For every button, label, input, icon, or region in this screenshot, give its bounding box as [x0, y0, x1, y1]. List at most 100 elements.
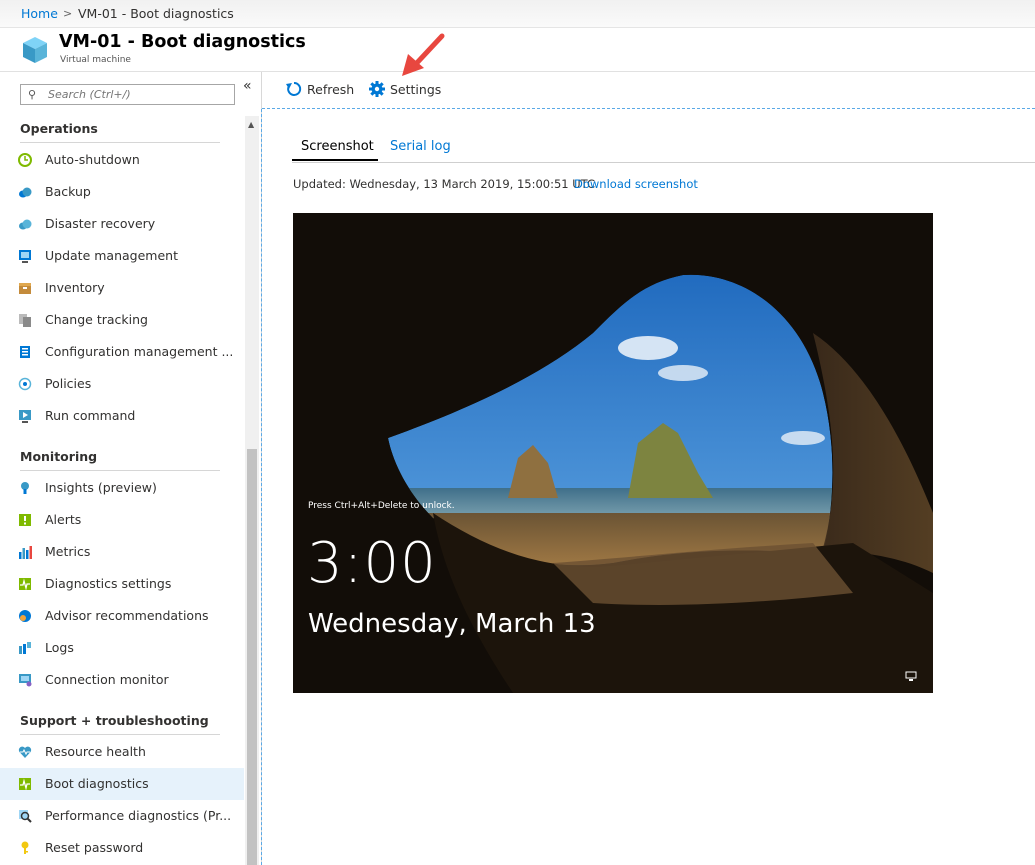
- nav-item-alerts[interactable]: Alerts: [0, 504, 244, 536]
- search-input[interactable]: [48, 86, 228, 102]
- main-content: Screenshot Serial log Updated: Wednesday…: [261, 109, 1035, 865]
- search-icon: ⚲: [28, 88, 37, 101]
- tab-screenshot[interactable]: Screenshot: [301, 139, 374, 154]
- nav-label: Disaster recovery: [45, 216, 156, 231]
- resource-menu: ⚲ « ▲ Operations Auto-shutdown Backup Di…: [0, 72, 262, 865]
- config-icon: [20, 346, 30, 358]
- nav-item-update-management[interactable]: Update management: [0, 240, 244, 272]
- nav-label: Alerts: [45, 512, 82, 527]
- logs-icon: [19, 642, 31, 654]
- nav-item-logs[interactable]: Logs: [0, 632, 244, 664]
- metrics-icon: [19, 546, 32, 559]
- updated-timestamp: Updated: Wednesday, 13 March 2019, 15:00…: [293, 177, 596, 191]
- nav-label: Connection monitor: [45, 672, 169, 687]
- nav-item-insights[interactable]: Insights (preview): [0, 472, 244, 504]
- nav-label: Metrics: [45, 544, 91, 559]
- nav-item-advisor-recommendations[interactable]: Advisor recommendations: [0, 600, 244, 632]
- key-icon: [21, 841, 29, 854]
- nav-item-connection-monitor[interactable]: Connection monitor: [0, 664, 244, 696]
- nav-label: Reset password: [45, 840, 144, 855]
- breadcrumb: Home > VM-01 - Boot diagnostics: [0, 0, 1035, 28]
- group-divider: [20, 142, 220, 143]
- group-divider: [20, 734, 220, 735]
- nav-label: Policies: [45, 376, 92, 391]
- boot-screenshot: Press Ctrl+Alt+Delete to unlock. 3:00 We…: [293, 213, 933, 693]
- nav-label: Diagnostics settings: [45, 576, 172, 591]
- nav-label: Insights (preview): [45, 480, 157, 495]
- nav-label: Logs: [45, 640, 74, 655]
- lockscreen-date: Wednesday, March 13: [308, 609, 596, 639]
- box-icon: [19, 283, 31, 294]
- nav-item-boot-diagnostics[interactable]: Boot diagnostics: [0, 768, 244, 800]
- boot-diagnostics-icon: [19, 778, 31, 791]
- search-box[interactable]: ⚲: [20, 84, 235, 105]
- nav-label: Advisor recommendations: [45, 608, 209, 623]
- nav-item-disaster-recovery[interactable]: Disaster recovery: [0, 208, 244, 240]
- download-screenshot-link[interactable]: Download screenshot: [574, 177, 698, 191]
- nav-item-configuration-management[interactable]: Configuration management ...: [0, 336, 244, 368]
- group-label-support: Support + troubleshooting: [20, 713, 209, 728]
- page-subtitle: Virtual machine: [60, 55, 131, 65]
- command-bar: Refresh Settings: [262, 72, 1035, 109]
- connection-monitor-icon: [19, 674, 32, 687]
- tab-strip: Screenshot Serial log: [292, 135, 1035, 163]
- nav-label: Configuration management ...: [45, 344, 234, 359]
- nav-label: Inventory: [45, 280, 105, 295]
- group-divider: [20, 470, 220, 471]
- group-label-monitoring: Monitoring: [20, 449, 98, 464]
- refresh-icon: [286, 81, 302, 96]
- nav-item-run-command[interactable]: Run command: [0, 400, 244, 432]
- nav-item-diagnostics-settings[interactable]: Diagnostics settings: [0, 568, 244, 600]
- sidebar-scrollbar[interactable]: ▲: [245, 116, 259, 865]
- nav-label: Run command: [45, 408, 136, 423]
- run-command-icon: [19, 410, 31, 423]
- heart-icon: [18, 746, 32, 758]
- nav-item-policies[interactable]: Policies: [0, 368, 244, 400]
- scroll-up-arrow-icon[interactable]: ▲: [248, 120, 254, 129]
- group-label-operations: Operations: [20, 121, 98, 136]
- unlock-hint: Press Ctrl+Alt+Delete to unlock.: [308, 501, 455, 511]
- advisor-icon: [19, 610, 31, 622]
- nav-label: Performance diagnostics (Pr...: [45, 808, 232, 823]
- blade-header: VM-01 - Boot diagnostics Virtual machine: [0, 28, 1035, 72]
- nav-label: Backup: [45, 184, 91, 199]
- nav-item-performance-diagnostics[interactable]: Performance diagnostics (Pr...: [0, 800, 244, 832]
- nav-label: Resource health: [45, 744, 146, 759]
- collapse-menu-button[interactable]: «: [243, 78, 252, 94]
- breadcrumb-home-link[interactable]: Home: [21, 6, 58, 21]
- page-title: VM-01 - Boot diagnostics: [59, 32, 306, 52]
- nav-item-change-tracking[interactable]: Change tracking: [0, 304, 244, 336]
- refresh-button[interactable]: Refresh: [286, 80, 356, 100]
- nav-label: Auto-shutdown: [45, 152, 140, 167]
- clock-icon: [18, 153, 32, 167]
- settings-button[interactable]: Settings: [369, 80, 449, 100]
- magnifier-icon: [19, 810, 32, 823]
- breadcrumb-separator: >: [63, 7, 73, 20]
- nav-item-backup[interactable]: Backup: [0, 176, 244, 208]
- breadcrumb-current: VM-01 - Boot diagnostics: [78, 6, 234, 21]
- document-icon: [19, 314, 31, 327]
- gear-icon: [369, 81, 385, 97]
- nav-label: Boot diagnostics: [45, 776, 149, 791]
- nav-item-inventory[interactable]: Inventory: [0, 272, 244, 304]
- nav-label: Change tracking: [45, 312, 148, 327]
- nav-item-resource-health[interactable]: Resource health: [0, 736, 244, 768]
- lockscreen-time: 3:00: [307, 531, 437, 596]
- cloud-backup-icon: [19, 187, 32, 198]
- active-tab-indicator: [292, 159, 378, 161]
- network-icon: [905, 671, 917, 681]
- refresh-label: Refresh: [307, 82, 355, 97]
- cloud-recovery-icon: [19, 219, 32, 230]
- nav-item-metrics[interactable]: Metrics: [0, 536, 244, 568]
- update-icon: [19, 250, 31, 263]
- settings-label: Settings: [390, 82, 442, 97]
- scrollbar-thumb[interactable]: [247, 449, 257, 865]
- policy-icon: [18, 377, 32, 391]
- tab-serial-log[interactable]: Serial log: [390, 139, 451, 154]
- nav-item-reset-password[interactable]: Reset password: [0, 832, 244, 864]
- nav-label: Update management: [45, 248, 178, 263]
- nav-item-auto-shutdown[interactable]: Auto-shutdown: [0, 144, 244, 176]
- vm-cube-icon: [23, 37, 47, 63]
- lightbulb-icon: [21, 482, 29, 494]
- diagnostics-icon: [19, 578, 31, 591]
